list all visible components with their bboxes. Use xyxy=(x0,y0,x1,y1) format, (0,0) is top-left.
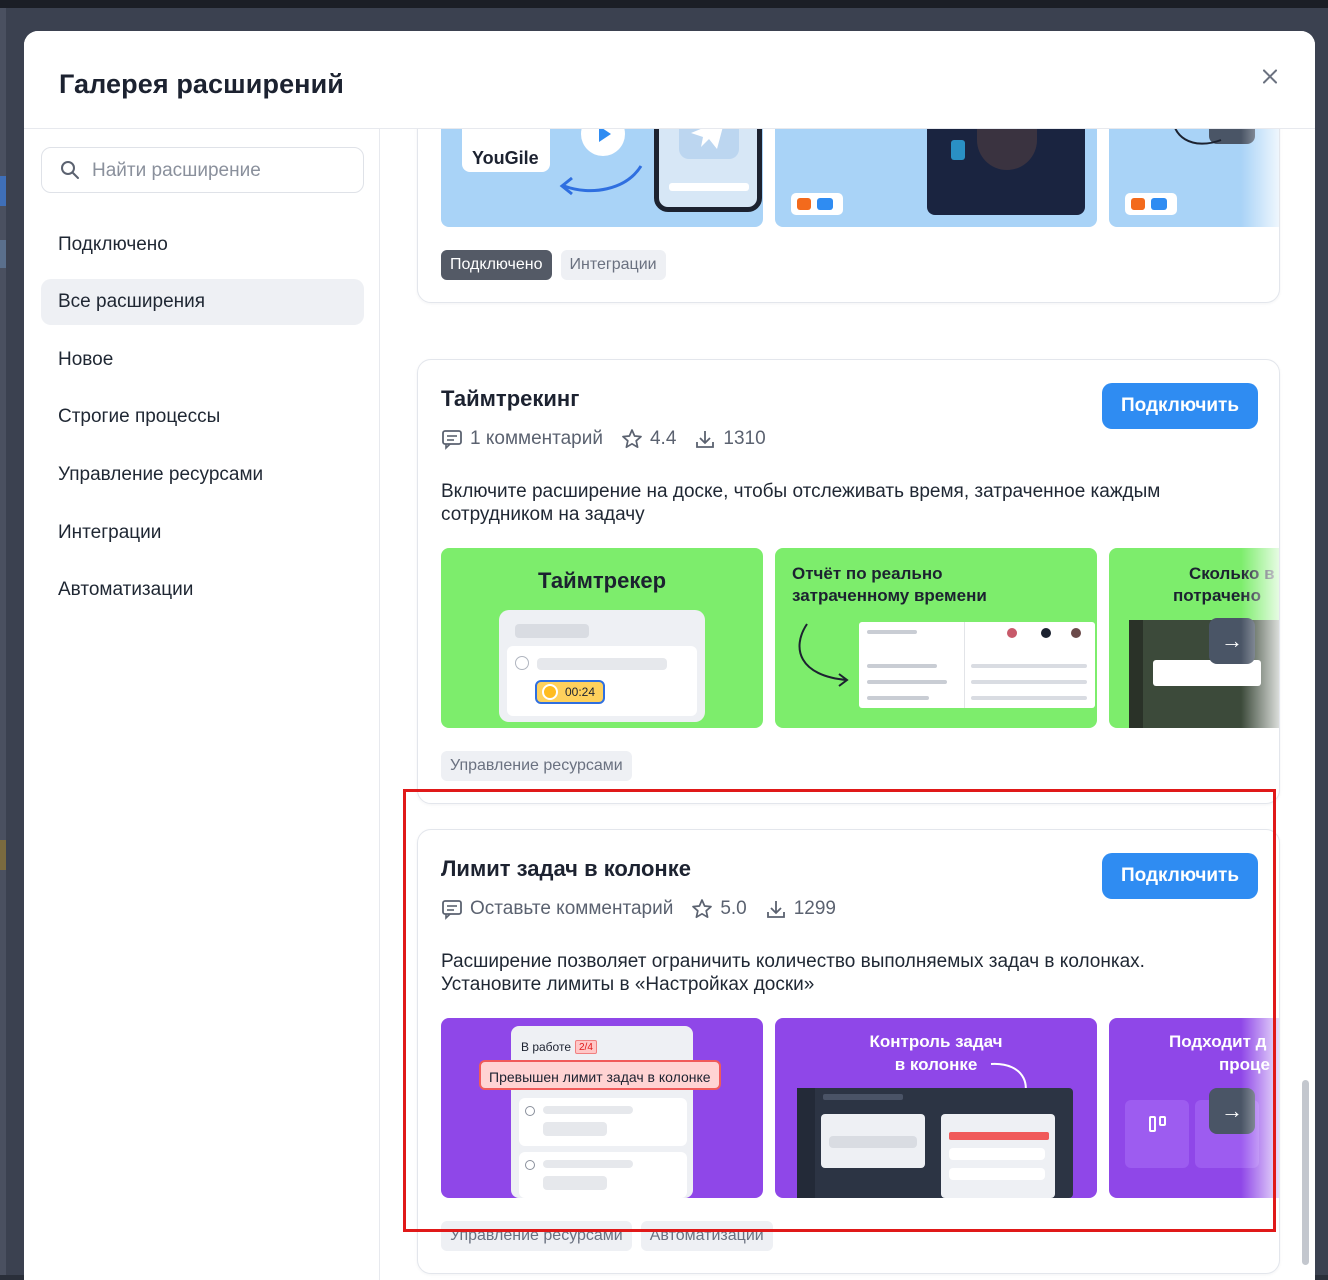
report-table xyxy=(859,622,1095,708)
sidebar-item-connected[interactable]: Подключено xyxy=(41,222,364,268)
downloads-count: 1299 xyxy=(793,898,837,919)
search-field[interactable] xyxy=(41,147,364,193)
screenshots-row: Таймтрекер 00:24 Отчёт по реально затрач… xyxy=(441,548,1279,728)
phone-mock xyxy=(654,129,762,212)
rating: 4.4 xyxy=(621,428,676,450)
app-edge-accent xyxy=(0,240,6,268)
screenshot-1[interactable]: Таймтрекер 00:24 xyxy=(441,548,763,728)
sidebar-item-new[interactable]: Новое xyxy=(41,337,364,383)
rating-value: 4.4 xyxy=(649,428,677,449)
photo xyxy=(927,129,1085,215)
tags: Управление ресурсами xyxy=(441,751,632,781)
rating-value: 5.0 xyxy=(720,898,747,919)
timer-value: 00:24 xyxy=(565,685,596,699)
close-icon[interactable] xyxy=(1257,64,1283,90)
modal-header: Галерея расширений xyxy=(24,31,1315,129)
star-icon xyxy=(692,899,713,919)
connect-button[interactable]: Подключить xyxy=(1102,383,1258,429)
downloads: 1310 xyxy=(694,428,766,450)
arrow-icon xyxy=(798,623,849,687)
connect-button[interactable]: Подключить xyxy=(1102,853,1258,899)
sidebar-item-automations[interactable]: Автоматизации xyxy=(41,567,364,613)
download-icon xyxy=(696,431,715,448)
telegram-icon xyxy=(679,129,739,159)
card-title: Лимит задач в колонке xyxy=(441,856,691,881)
screenshots-row: YouGile xyxy=(441,129,1279,227)
kanban-tile xyxy=(1125,1100,1189,1168)
badge xyxy=(791,193,843,215)
tags: Управление ресурсами Автоматизации xyxy=(441,1221,773,1251)
tag: Управление ресурсами xyxy=(441,751,632,781)
search-icon xyxy=(61,161,79,179)
extensions-gallery-modal: Галерея расширений Подключено Все расшир… xyxy=(24,31,1315,1280)
sidebar-item-strict-processes[interactable]: Строгие процессы xyxy=(41,394,364,440)
sidebar-item-resource-management[interactable]: Управление ресурсами xyxy=(41,452,364,498)
sidebar-item-integrations[interactable]: Интеграции xyxy=(41,510,364,556)
screenshot-2[interactable]: Контроль задач в колонке xyxy=(775,1018,1097,1198)
extensions-list: YouGile Подключено Интеграции Таймтрекин… xyxy=(381,129,1315,1280)
sidebar-item-all-extensions[interactable]: Все расширения xyxy=(41,279,364,325)
extension-card-timetracking[interactable]: Таймтрекинг Подключить 1 комментарий 4.4… xyxy=(417,359,1280,804)
comments-link[interactable]: 1 комментарий xyxy=(441,428,603,450)
mock-window: 00:24 xyxy=(499,610,705,722)
timer-badge: 00:24 xyxy=(535,680,605,704)
arrow-icon xyxy=(559,165,643,196)
screenshot-1[interactable]: YouGile xyxy=(441,129,763,227)
extension-card-telegram[interactable]: YouGile Подключено Интеграции xyxy=(417,129,1280,303)
shot-title: Отчёт по реально xyxy=(792,564,943,583)
comment-icon xyxy=(442,430,462,450)
logo-text: YouGile xyxy=(472,148,539,168)
screenshot-1[interactable]: В работе 2/4 Превышен лимит задач в коло… xyxy=(441,1018,763,1198)
app-topbar xyxy=(0,0,1328,8)
tag: Интеграции xyxy=(560,250,666,280)
card-meta: Оставьте комментарий 5.0 1299 xyxy=(441,896,854,922)
shot-title: в колонке xyxy=(894,1055,978,1074)
app-edge-accent xyxy=(0,840,6,870)
extension-card-column-task-limit[interactable]: Лимит задач в колонке Подключить Оставьт… xyxy=(417,829,1280,1274)
star-icon xyxy=(622,429,642,449)
card-description: Включите расширение на доске, чтобы отсл… xyxy=(441,481,1161,525)
comments-count: Оставьте комментарий xyxy=(470,898,674,919)
comment-icon xyxy=(442,900,462,920)
card-description: Расширение позволяет ограничить количест… xyxy=(441,951,1145,995)
play-icon xyxy=(581,129,625,156)
badge xyxy=(1125,193,1177,215)
download-icon xyxy=(766,901,785,918)
limit-warning: Превышен лимит задач в колонке xyxy=(479,1060,721,1090)
downloads: 1299 xyxy=(765,898,836,920)
comments-count: 1 комментарий xyxy=(470,428,603,449)
search-input[interactable] xyxy=(92,158,352,184)
tag: Автоматизации xyxy=(640,1221,773,1251)
comments-link[interactable]: Оставьте комментарий xyxy=(441,898,673,920)
shot-title: Контроль задач xyxy=(869,1032,1003,1051)
scrollbar[interactable] xyxy=(1302,1080,1309,1265)
modal-title: Галерея расширений xyxy=(59,69,344,99)
downloads-count: 1310 xyxy=(723,428,766,449)
shot-title: Таймтрекер xyxy=(537,568,667,593)
tag: Подключено xyxy=(441,250,552,280)
column-count: 2/4 xyxy=(575,1040,597,1054)
card-meta: 1 комментарий 4.4 1310 xyxy=(441,426,784,452)
card-title: Таймтрекинг xyxy=(441,386,580,411)
tag: Управление ресурсами xyxy=(441,1221,632,1251)
shot-title: затраченному времени xyxy=(792,586,987,605)
screenshot-2[interactable]: Отчёт по реально затраченному времени xyxy=(775,548,1097,728)
sidebar: Подключено Все расширения Новое Строгие … xyxy=(24,129,380,1280)
screenshots-row: В работе 2/4 Превышен лимит задач в коло… xyxy=(441,1018,1279,1198)
rating: 5.0 xyxy=(691,898,747,920)
column-name: В работе xyxy=(521,1040,572,1054)
tags: Подключено Интеграции xyxy=(441,250,666,280)
screenshot-2[interactable] xyxy=(775,129,1097,227)
mock-board xyxy=(797,1088,1073,1198)
mock-column: В работе 2/4 xyxy=(511,1026,693,1198)
app-edge-accent xyxy=(0,176,6,206)
